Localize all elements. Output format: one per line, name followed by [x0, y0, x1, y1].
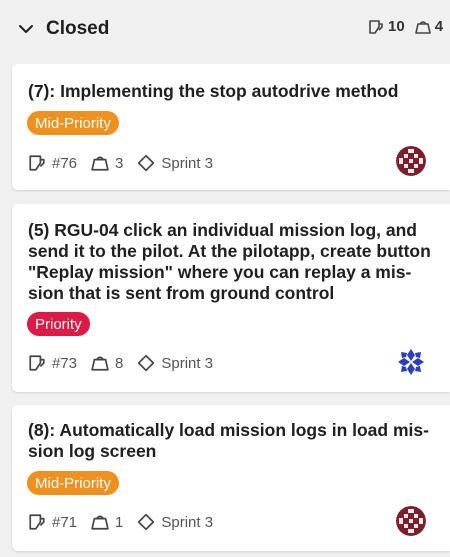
weight-value: 8: [115, 354, 124, 372]
sprint-diamond-icon: [137, 513, 155, 531]
card-title[interactable]: (7): Implementing the stop autodrive met…: [28, 81, 438, 102]
assignee-avatar[interactable]: [396, 347, 426, 377]
card-title-line: sion that is sent from ground control: [28, 283, 335, 303]
sprint-diamond-icon: [137, 354, 155, 372]
issue-icon: [28, 513, 46, 531]
column-title: Closed: [46, 18, 110, 39]
weight-icon: [91, 354, 109, 372]
weight-icon: [414, 19, 431, 35]
card-title-line: "Replay mission" where you can replay a …: [28, 262, 412, 282]
weight-value: 1: [115, 513, 124, 531]
issue-number[interactable]: #71: [52, 514, 77, 531]
card-meta: #73 8 Sprint 3: [28, 354, 213, 372]
card-title-line: send it to the pilot. At the pilotapp, c…: [28, 241, 431, 261]
issue-number[interactable]: #73: [52, 355, 77, 372]
card-title-line: sion log screen: [28, 441, 157, 461]
assignee-avatar[interactable]: [396, 146, 426, 176]
sprint-label[interactable]: Sprint 3: [161, 514, 213, 531]
weight-icon: [91, 513, 109, 531]
weight-value: 3: [115, 154, 124, 172]
label-badge[interactable]: Priority: [27, 312, 90, 336]
weight-icon: [91, 154, 109, 172]
card-title[interactable]: (5) RGU-04 click an individual mission l…: [28, 220, 438, 304]
issue-icon: [28, 354, 46, 372]
label-badge[interactable]: Mid-Priority: [27, 111, 119, 135]
card-meta: #71 1 Sprint 3: [28, 513, 213, 531]
sprint-label[interactable]: Sprint 3: [161, 155, 213, 172]
issue-icon: [28, 154, 46, 172]
issue-icon: [368, 19, 384, 35]
issue-number[interactable]: #76: [52, 155, 77, 172]
card-title-line: (8): Automatically load mission logs in …: [28, 420, 429, 440]
chevron-down-icon[interactable]: [18, 21, 34, 37]
issue-card[interactable]: (8): Automatically load mission logs in …: [12, 405, 450, 551]
column-issue-count: 10: [388, 18, 405, 35]
sprint-label[interactable]: Sprint 3: [161, 355, 213, 372]
sprint-diamond-icon: [137, 154, 155, 172]
issue-card[interactable]: (7): Implementing the stop autodrive met…: [12, 64, 450, 190]
card-title-line: (5) RGU-04 click an individual mission l…: [28, 220, 417, 240]
card-title[interactable]: (8): Automatically load mission logs in …: [28, 420, 438, 462]
column-stats: 10 4: [368, 18, 449, 35]
issue-card[interactable]: (5) RGU-04 click an individual mission l…: [12, 204, 450, 392]
label-badge[interactable]: Mid-Priority: [27, 471, 119, 495]
column-weight-count: 4: [434, 18, 444, 35]
assignee-avatar[interactable]: [396, 506, 426, 536]
card-meta: #76 3 Sprint 3: [28, 154, 213, 172]
column-header: Closed 10 4: [0, 0, 450, 56]
